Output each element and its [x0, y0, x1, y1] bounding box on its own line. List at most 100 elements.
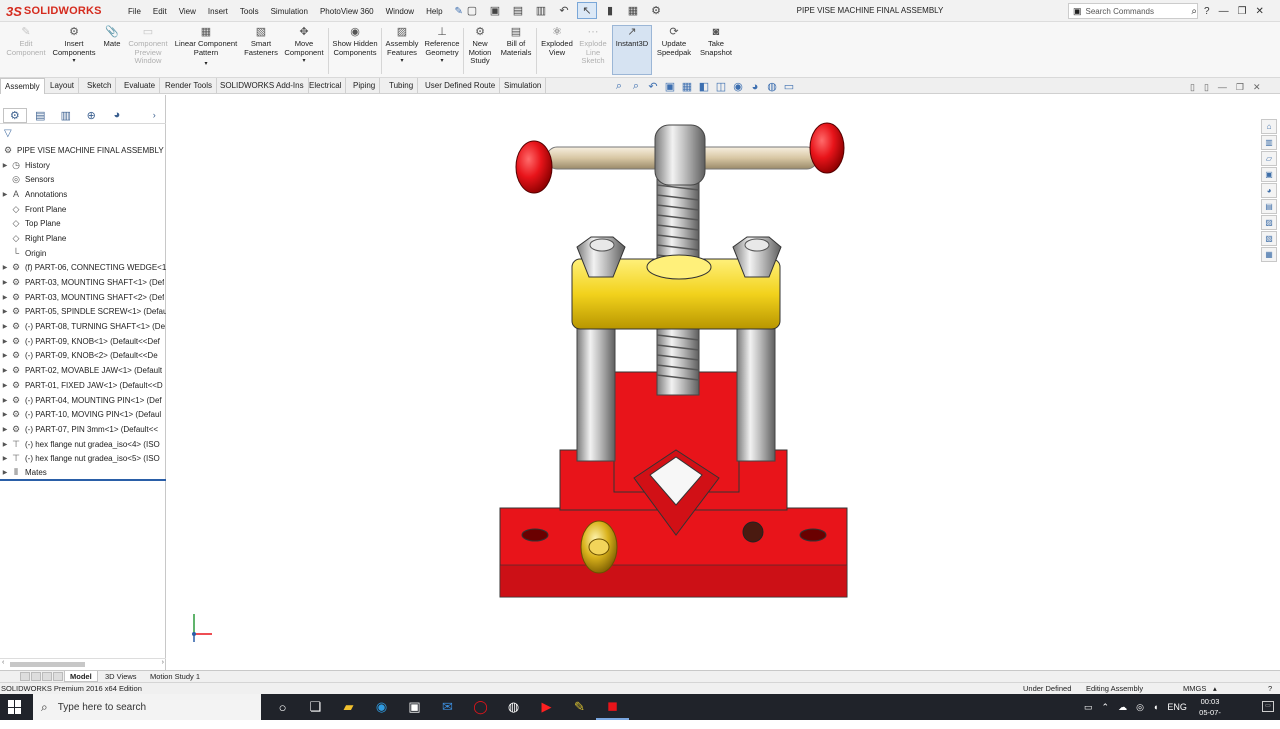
- dimxpert-tab-icon[interactable]: ⊕: [80, 108, 104, 123]
- assembly-features-dropdown-icon[interactable]: ▾: [400, 57, 403, 66]
- youtube-icon[interactable]: ▶: [530, 694, 563, 720]
- custom-properties-icon[interactable]: ▤: [1261, 199, 1277, 214]
- solidworks-resources-icon[interactable]: ⌂: [1261, 119, 1277, 134]
- tab-prev-button[interactable]: [31, 672, 41, 681]
- forum-icon[interactable]: ▨: [1261, 215, 1277, 230]
- tree-item-mates[interactable]: ▶ ⫴ Mates: [0, 466, 166, 481]
- tree-item-part[interactable]: ▶ ⚙ (-) PART-10, MOVING PIN<1> (Defaul: [0, 407, 166, 422]
- smart-fasteners-button[interactable]: ▧ Smart Fasteners: [242, 26, 280, 78]
- unit-dropdown-icon[interactable]: ▴: [1213, 683, 1217, 694]
- component-preview-button[interactable]: ▭ Component Preview Window: [126, 26, 170, 78]
- insert-components-dropdown-icon[interactable]: ▾: [72, 57, 75, 66]
- dynamic-annotation-icon[interactable]: ▦: [680, 80, 694, 93]
- exploded-view-button[interactable]: ⚛ Exploded View: [538, 26, 576, 78]
- doc-restore-icon[interactable]: ❐: [1236, 82, 1244, 93]
- help-toggle-icon[interactable]: ?: [1268, 683, 1272, 694]
- reference-geometry-dropdown-icon[interactable]: ▾: [440, 57, 443, 66]
- expand-arrow-icon[interactable]: ▶: [0, 426, 10, 433]
- taskbar-search-field[interactable]: ⌕ Type here to search: [33, 694, 261, 720]
- new-document-icon[interactable]: ▢: [462, 2, 482, 19]
- open-icon[interactable]: ▣: [485, 2, 505, 19]
- tree-item-part[interactable]: ▶ ⚙ (-) PART-09, KNOB<1> (Default<<Def: [0, 334, 166, 349]
- expand-arrow-icon[interactable]: ▶: [0, 279, 10, 286]
- explode-line-sketch-button[interactable]: ⋯ Explode Line Sketch: [576, 26, 610, 78]
- expand-arrow-icon[interactable]: ▶: [0, 191, 10, 198]
- windows-start-icon[interactable]: [8, 700, 22, 714]
- menu-window[interactable]: Window: [380, 7, 420, 16]
- menu-view[interactable]: View: [173, 7, 202, 16]
- scrollbar-thumb[interactable]: [10, 662, 85, 667]
- bill-of-materials-button[interactable]: ▤ Bill of Materials: [498, 26, 534, 78]
- select-icon[interactable]: ↖: [577, 2, 597, 19]
- tree-item-toolbox-part[interactable]: ▶ ⊤ (-) hex flange nut gradea_iso<4> (ISO: [0, 437, 166, 452]
- tab-evaluate[interactable]: Evaluate: [120, 78, 161, 94]
- tab-user-defined-route[interactable]: User Defined Route: [421, 78, 501, 94]
- save-icon[interactable]: ▤: [508, 2, 528, 19]
- linear-pattern-button[interactable]: ▦ Linear Component Pattern ▾: [172, 26, 240, 78]
- tree-item-toolbox-part[interactable]: ▶ ⊤ (-) hex flange nut gradea_iso<5> (ISO: [0, 451, 166, 466]
- expand-arrow-icon[interactable]: ▶: [0, 338, 10, 345]
- expand-arrow-icon[interactable]: ▶: [0, 323, 10, 330]
- file-explorer-icon[interactable]: ▱: [1261, 151, 1277, 166]
- expand-arrow-icon[interactable]: ▶: [0, 397, 10, 404]
- expand-arrow-icon[interactable]: ▶: [0, 294, 10, 301]
- mail-icon[interactable]: ✉: [431, 694, 464, 720]
- property-manager-tab-icon[interactable]: ▤: [29, 108, 53, 123]
- menu-simulation[interactable]: Simulation: [265, 7, 314, 16]
- unit-system-selector[interactable]: MMGS: [1183, 683, 1206, 694]
- minimize-icon[interactable]: —: [1219, 6, 1229, 17]
- file-explorer-icon[interactable]: ▰: [332, 694, 365, 720]
- tree-item-origin[interactable]: └ Origin: [0, 246, 166, 261]
- show-hidden-components-button[interactable]: ◉ Show Hidden Components: [332, 26, 378, 78]
- expand-arrow-icon[interactable]: ▶: [0, 308, 10, 315]
- tree-item-part[interactable]: ▶ ⚙ (-) PART-09, KNOB<2> (Default<<De: [0, 349, 166, 364]
- turning-shaft[interactable]: [546, 124, 818, 186]
- assembly-features-button[interactable]: ▨ Assembly Features ▾: [383, 26, 421, 78]
- graphics-area[interactable]: ⌂ ▥ ▱ ▣ ◕ ▤ ▨ ▧ ▦: [167, 95, 1280, 670]
- view-palette-icon[interactable]: ▣: [1261, 167, 1277, 182]
- expand-arrow-icon[interactable]: ▶: [0, 455, 10, 462]
- hide-show-items-icon[interactable]: ◉: [731, 80, 745, 93]
- tab-next-button[interactable]: [42, 672, 52, 681]
- menu-insert[interactable]: Insert: [202, 7, 234, 16]
- tab-simulation[interactable]: Simulation: [500, 78, 547, 94]
- volume-icon[interactable]: ◖: [1153, 702, 1158, 712]
- tree-item-part[interactable]: ▶ ⚙ (-) PART-04, MOUNTING PIN<1> (Def: [0, 393, 166, 408]
- apply-scene-icon[interactable]: ◍: [765, 80, 779, 93]
- tree-item-part[interactable]: ▶ ⚙ PART-01, FIXED JAW<1> (Default<<D: [0, 378, 166, 393]
- scroll-right-icon[interactable]: ›: [162, 659, 164, 666]
- file-properties-icon[interactable]: ▦: [623, 2, 643, 19]
- display-manager-tab-icon[interactable]: ◕: [105, 108, 129, 123]
- tree-item-annotations[interactable]: ▶ A Annotations: [0, 187, 166, 202]
- keyboard-icon[interactable]: ▭: [1084, 702, 1093, 713]
- undo-icon[interactable]: ↶: [554, 2, 574, 19]
- tab-motion-study[interactable]: Motion Study 1: [145, 671, 205, 682]
- ruler-tool-icon[interactable]: ✎: [563, 694, 596, 720]
- notification-icon[interactable]: ▭: [1262, 701, 1274, 712]
- tab-electrical[interactable]: Electrical: [305, 78, 347, 94]
- tree-item-part[interactable]: ▶ ⚙ PART-03, MOUNTING SHAFT<1> (Def: [0, 275, 166, 290]
- reference-geometry-button[interactable]: ⊥ Reference Geometry ▾: [422, 26, 462, 78]
- doc-close-icon[interactable]: ✕: [1253, 82, 1261, 93]
- panel-expand-icon[interactable]: ›: [143, 108, 167, 123]
- tab-tubing[interactable]: Tubing: [385, 78, 419, 94]
- filter-icon[interactable]: ▽: [4, 128, 12, 139]
- appearances-icon[interactable]: ◕: [1261, 183, 1277, 198]
- cortana-icon[interactable]: ○: [266, 694, 299, 720]
- solidworks-taskbar-icon[interactable]: ◼: [596, 694, 629, 720]
- expand-arrow-icon[interactable]: ▶: [0, 352, 10, 359]
- update-speedpak-button[interactable]: ⟳ Update Speedpak: [654, 26, 694, 78]
- moving-pin[interactable]: [580, 520, 618, 574]
- cloud-icon[interactable]: ☁: [1118, 702, 1127, 713]
- edit-appearance-icon[interactable]: ◕: [748, 81, 762, 93]
- search-scope-icon[interactable]: ▣: [1073, 6, 1082, 17]
- store-icon[interactable]: ▣: [398, 694, 431, 720]
- design-library-icon[interactable]: ▥: [1261, 135, 1277, 150]
- doc-tile-icon[interactable]: ▯: [1190, 82, 1195, 93]
- linear-pattern-dropdown-icon[interactable]: ▾: [204, 60, 207, 69]
- options-gear-icon[interactable]: ⚙: [646, 2, 666, 19]
- doc-cascade-icon[interactable]: ▯: [1204, 82, 1209, 93]
- display-style-icon[interactable]: ◫: [714, 80, 728, 93]
- edit-component-button[interactable]: ✎ Edit Component: [4, 26, 48, 78]
- task-view-icon[interactable]: ❏: [299, 694, 332, 720]
